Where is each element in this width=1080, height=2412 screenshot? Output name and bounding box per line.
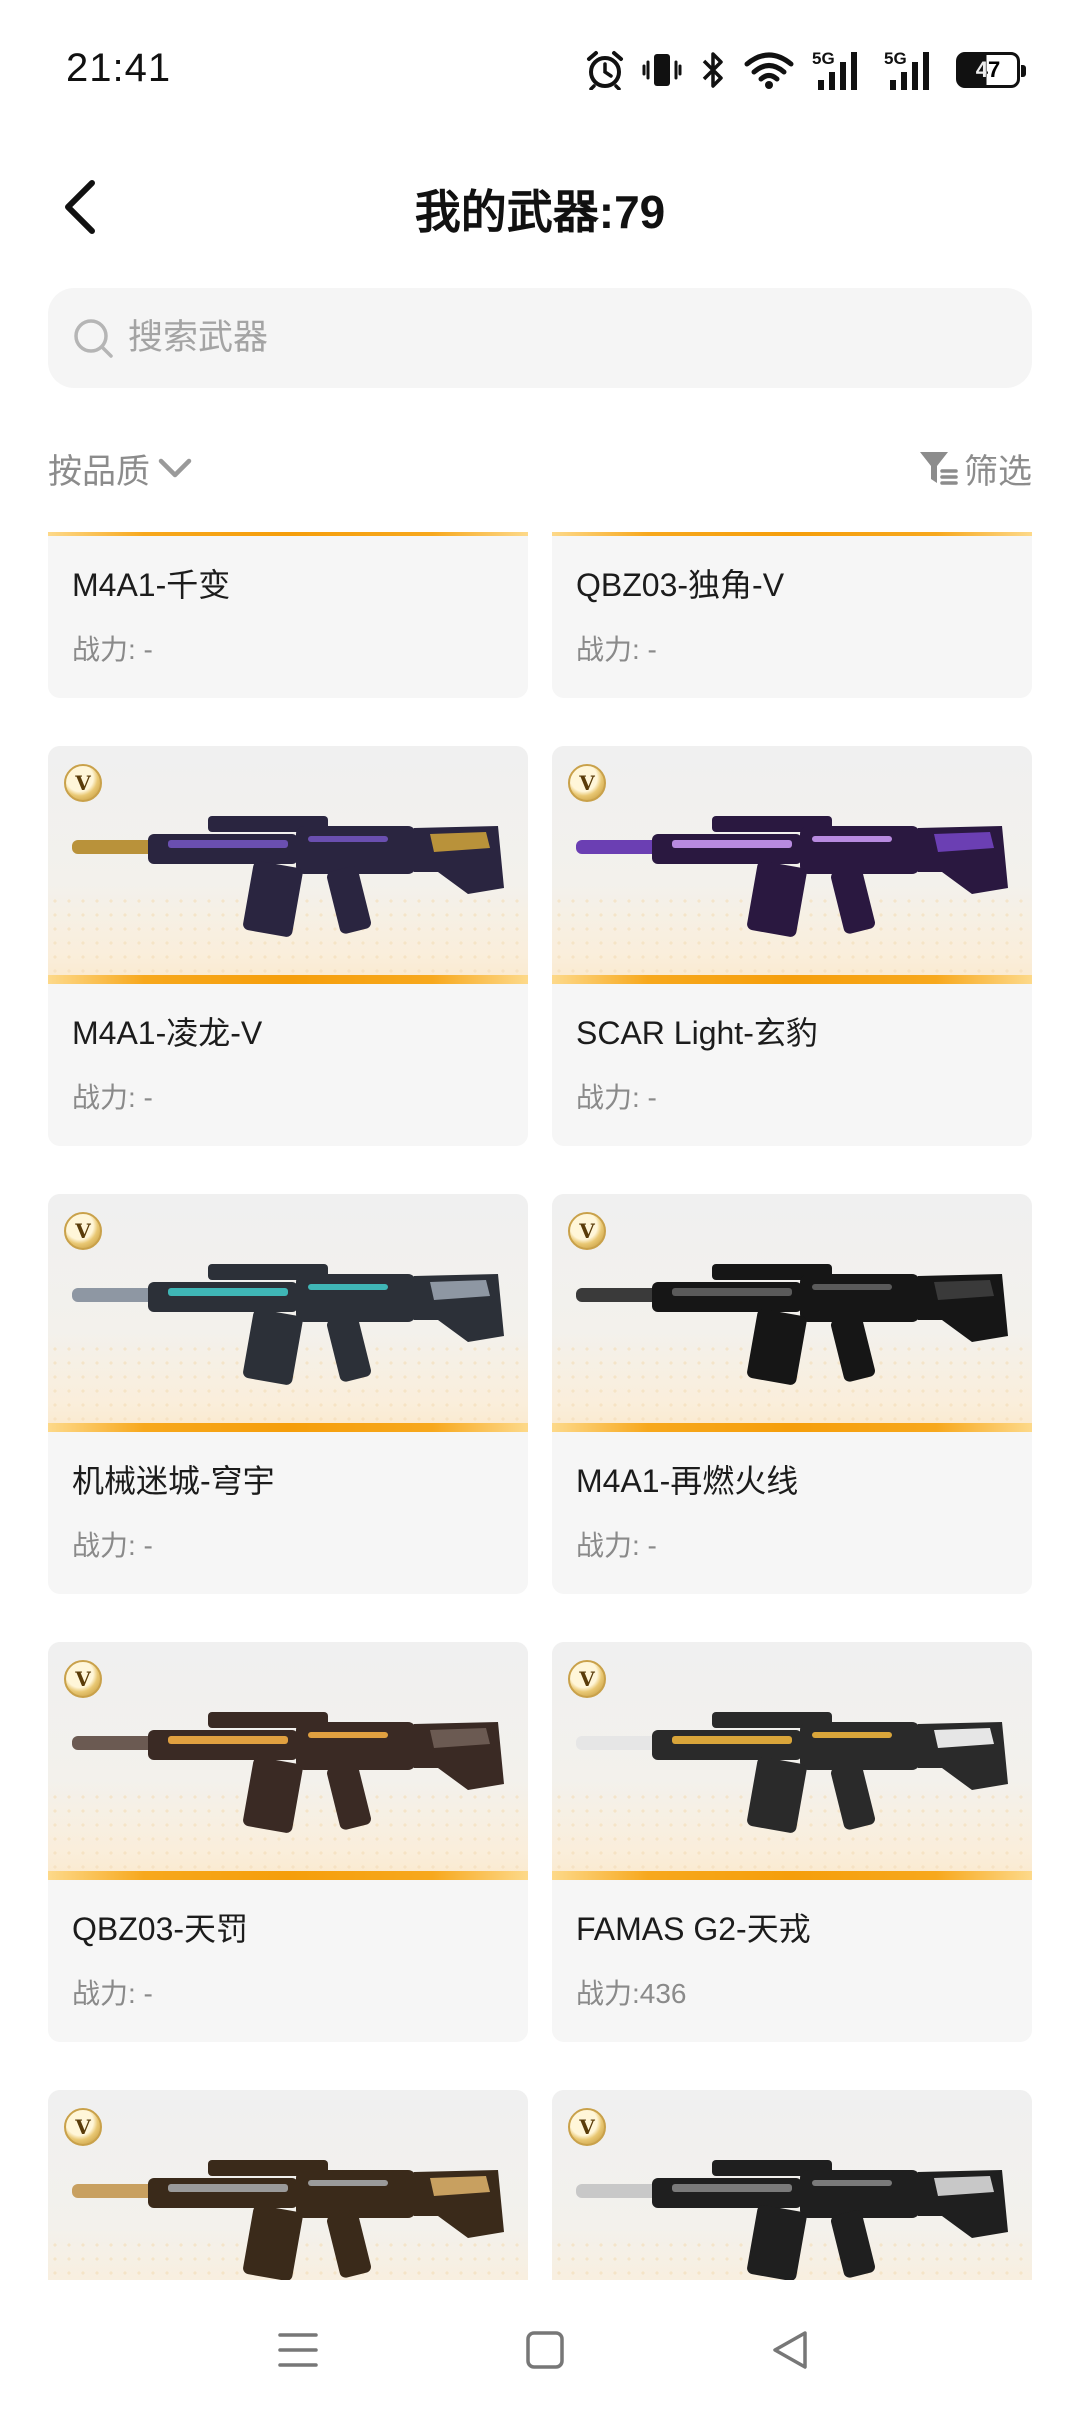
weapon-name: QBZ03-独角-V — [576, 567, 785, 603]
weapon-grid-viewport: V M4A1-千变战力: - V QBZ03-独角-V 战力: - V M4A1-凌龙-V 战… — [0, 532, 1080, 2280]
signal-5g-icon: 5G — [884, 49, 929, 90]
search-input[interactable] — [128, 318, 928, 358]
rifle-icon — [72, 1264, 504, 1385]
weapon-image: V — [552, 532, 1032, 536]
rifle-icon — [576, 2160, 1008, 2280]
rifle-icon — [576, 1712, 1008, 1833]
v-quality-badge-icon: V — [64, 1660, 102, 1698]
back-triangle-icon — [773, 2331, 807, 2369]
weapon-image: V — [552, 2090, 1032, 2280]
wifi-icon — [744, 52, 794, 89]
rifle-icon — [72, 2160, 504, 2280]
weapon-card[interactable]: V — [48, 2090, 528, 2280]
weapon-power: 战力: - — [72, 634, 153, 665]
rifle-icon — [72, 816, 504, 937]
weapon-card[interactable]: V QBZ03-独角-V 战力: - — [552, 532, 1032, 698]
weapon-name: 机械迷城-穹宇 — [72, 1463, 275, 1499]
weapon-card[interactable]: V 机械迷城-穹宇战力: - — [48, 1194, 528, 1594]
weapon-name: FAMAS G2-天戎 — [576, 1911, 811, 1947]
weapon-image: V — [48, 1642, 528, 1880]
weapon-power: 战力: - — [72, 1978, 153, 2009]
signal-5g-icon: 5G — [812, 49, 857, 90]
sort-label: 按品质 — [48, 452, 150, 491]
v-quality-badge-icon: V — [64, 2108, 102, 2146]
status-time: 21:41 — [66, 46, 172, 90]
rifle-icon — [72, 1712, 504, 1833]
v-quality-badge-icon: V — [568, 1212, 606, 1250]
search-icon — [74, 319, 113, 358]
v-quality-badge-icon: V — [568, 2108, 606, 2146]
weapon-card[interactable]: V — [552, 2090, 1032, 2280]
alarm-icon — [587, 51, 623, 90]
weapon-image: V — [552, 1194, 1032, 1432]
weapon-image: V — [48, 2090, 528, 2280]
weapon-power: 战力: - — [72, 1530, 153, 1561]
svg-text:5G: 5G — [812, 49, 835, 68]
filter-button[interactable]: 筛选 — [918, 438, 1032, 498]
rifle-icon — [576, 816, 1008, 937]
weapon-name: M4A1-千变 — [72, 567, 231, 603]
weapon-grid: V M4A1-千变战力: - V QBZ03-独角-V 战力: - V M4A1-凌龙-V 战… — [48, 532, 1032, 2280]
chevron-down-icon — [158, 458, 192, 478]
weapon-power: 战力: - — [576, 1530, 657, 1561]
weapon-name: SCAR Light-玄豹 — [576, 1015, 818, 1051]
page-title: 我的武器:79 — [414, 186, 666, 238]
v-quality-badge-icon: V — [568, 1660, 606, 1698]
weapon-card[interactable]: V M4A1-千变战力: - — [48, 532, 528, 698]
search-box[interactable] — [48, 288, 1032, 388]
menu-button[interactable] — [258, 2310, 338, 2390]
weapon-card[interactable]: V QBZ03-天罚战力: - — [48, 1642, 528, 2042]
svg-text:5G: 5G — [884, 49, 907, 68]
weapon-name: M4A1-凌龙-V — [72, 1015, 263, 1051]
weapon-card[interactable]: V M4A1-再燃火线战力: - — [552, 1194, 1032, 1594]
home-button[interactable] — [505, 2310, 585, 2390]
weapon-card[interactable]: V FAMAS G2-天戎战力:436 — [552, 1642, 1032, 2042]
weapon-image: V — [48, 746, 528, 984]
weapon-name: M4A1-再燃火线 — [576, 1463, 799, 1499]
menu-icon — [278, 2333, 318, 2367]
weapon-image: V — [48, 1194, 528, 1432]
bluetooth-icon — [702, 52, 723, 88]
vibrate-icon — [642, 54, 682, 86]
battery-level: 47 — [975, 57, 1001, 82]
v-quality-badge-icon: V — [568, 764, 606, 802]
v-quality-badge-icon: V — [64, 1212, 102, 1250]
status-bar: 21:41 5G 5G 47 — [0, 0, 1080, 140]
weapon-image: V — [552, 1642, 1032, 1880]
filter-label: 筛选 — [964, 452, 1032, 491]
home-square-icon — [526, 2331, 564, 2369]
system-nav-bar — [0, 2280, 1080, 2412]
status-icons: 5G 5G 47 — [586, 46, 1026, 94]
rifle-icon — [576, 1264, 1008, 1385]
weapon-card[interactable]: V M4A1-凌龙-V 战力: - — [48, 746, 528, 1146]
v-quality-badge-icon: V — [64, 764, 102, 802]
weapon-image: V — [48, 532, 528, 536]
weapon-power: 战力: - — [576, 634, 657, 665]
weapon-card[interactable]: V SCAR Light-玄豹战力: - — [552, 746, 1032, 1146]
nav-back-button[interactable] — [750, 2310, 830, 2390]
filter-icon — [920, 452, 958, 485]
weapon-power: 战力: - — [576, 1082, 657, 1113]
battery-icon: 47 — [956, 52, 1026, 88]
weapon-power: 战力:436 — [576, 1978, 687, 2009]
header: 我的武器:79 — [0, 150, 1080, 260]
weapon-image: V — [552, 746, 1032, 984]
weapon-name: QBZ03-天罚 — [72, 1911, 249, 1947]
weapon-power: 战力: - — [72, 1082, 153, 1113]
sort-by-quality-button[interactable]: 按品质 — [48, 438, 192, 498]
